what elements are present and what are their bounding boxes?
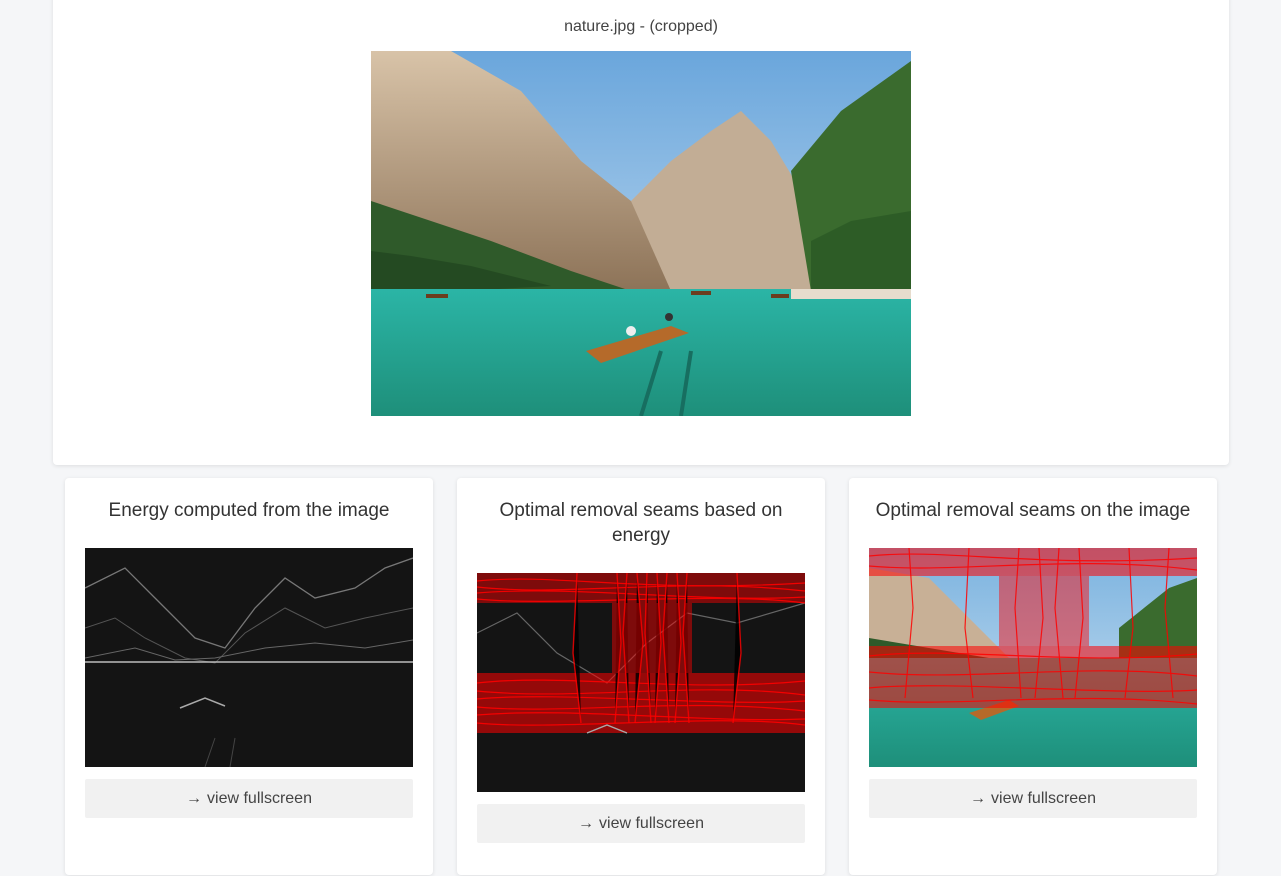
view-fullscreen-button[interactable]: → view fullscreen [869,779,1197,818]
card-title: Optimal removal seams based on energy [499,500,783,546]
arrow-right-icon: → [970,789,987,807]
seams-energy-card: Optimal removal seams based on energy → … [457,478,825,875]
energy-image [85,548,413,767]
image-title: nature.jpg - (cropped) [564,18,718,35]
seams-energy-image [477,573,805,792]
button-label: view fullscreen [991,789,1096,807]
button-label: view fullscreen [207,789,312,807]
card-title: Optimal removal seams on the image [875,500,1191,521]
seams-image [869,548,1197,767]
arrow-right-icon: → [578,814,595,832]
arrow-right-icon: → [186,789,203,807]
energy-card: Energy computed from the image → view fu… [65,478,433,875]
seams-image-card: Optimal removal seams on the image → vie… [849,478,1217,875]
original-image-card: nature.jpg - (cropped) [53,0,1229,465]
view-fullscreen-button[interactable]: → view fullscreen [477,804,805,843]
nature-photo [371,51,911,416]
card-title: Energy computed from the image [108,500,390,521]
button-label: view fullscreen [599,814,704,832]
view-fullscreen-button[interactable]: → view fullscreen [85,779,413,818]
